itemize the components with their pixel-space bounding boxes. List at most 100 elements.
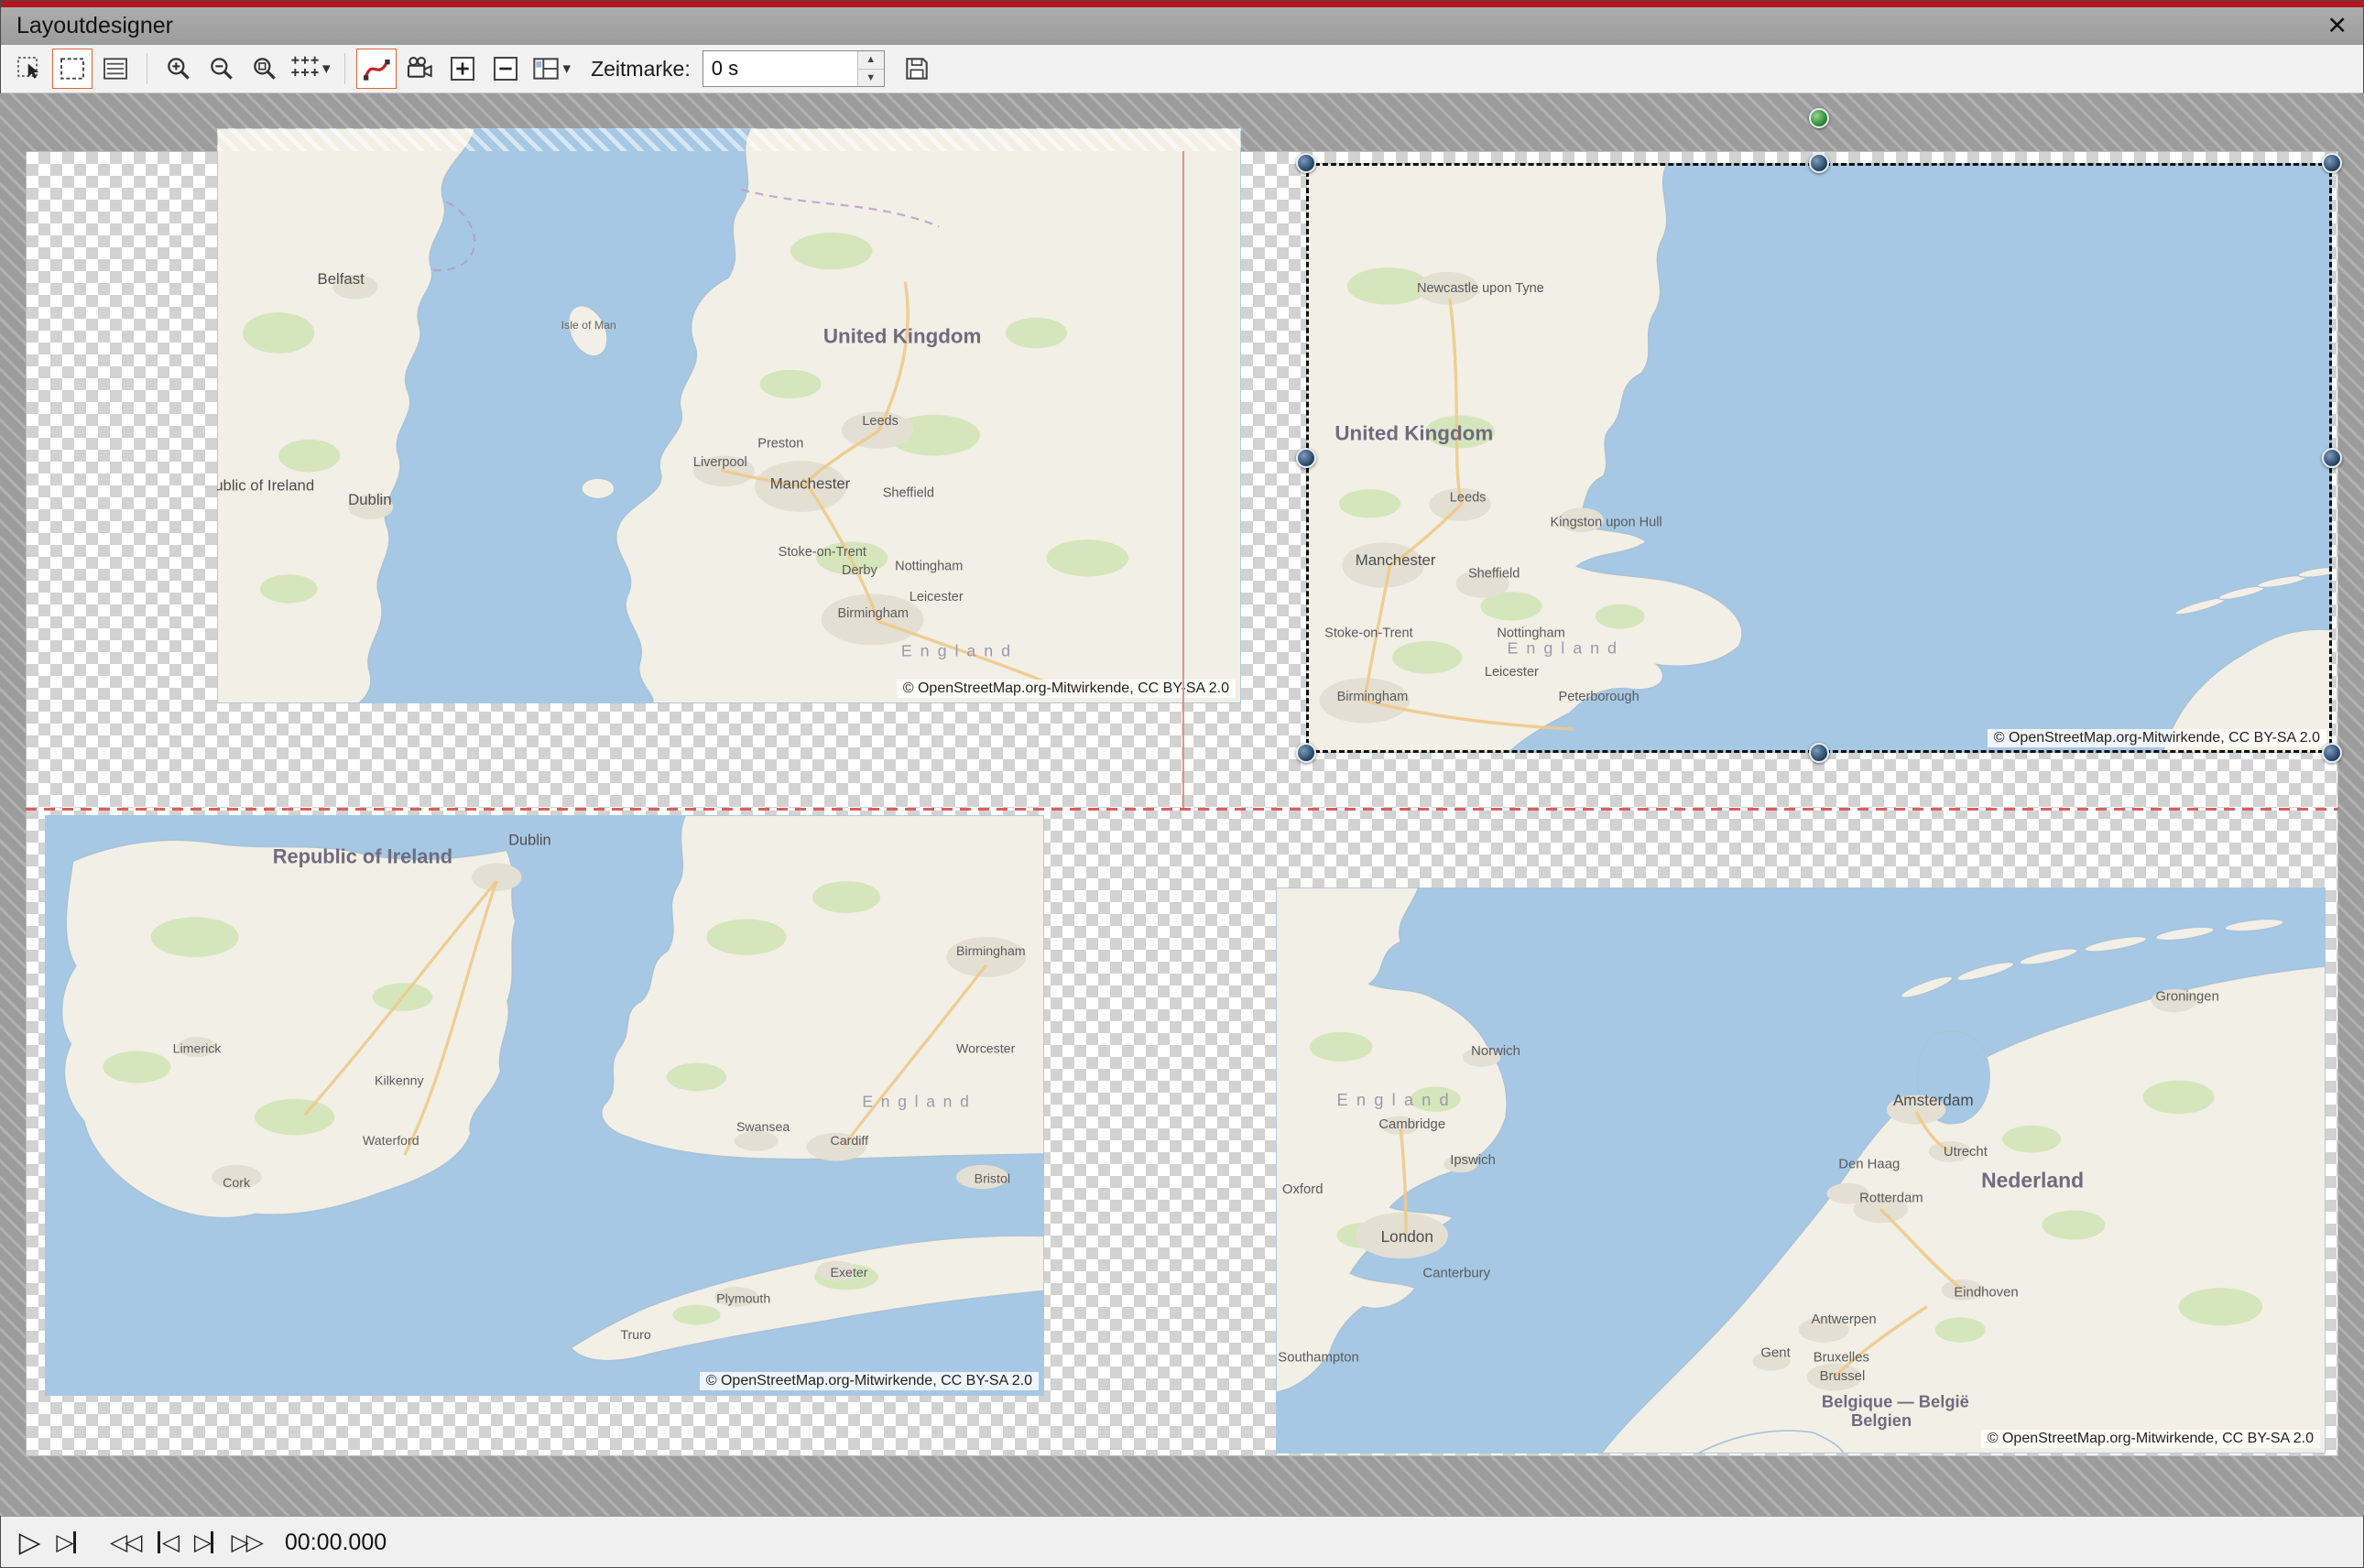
zoom-fit-button[interactable] [245,49,285,89]
playback-bar: ▷ ▷ ◁◁ ◁ ▷ ▷▷ 00:00.000 [0,1516,2364,1568]
map-label: Republic of Ireland [273,844,452,867]
resize-handle-top-left[interactable] [1296,153,1316,173]
marquee-tool-button[interactable] [52,49,93,89]
selection-border [1306,163,2332,753]
select-arrow-icon [15,54,44,83]
map-label: Groningen [2155,990,2219,1005]
map-label: Nederland [1981,1168,2084,1192]
select-tool-button[interactable] [9,49,49,89]
skip-to-start-button[interactable]: ◁ [148,1521,183,1563]
map-object-3[interactable]: Republic of Ireland Dublin Limerick Cork… [45,815,1044,1396]
spinner-up-button[interactable]: ▲ [858,51,884,69]
map-label: Belfast [318,270,365,288]
play-icon: ▷ [19,1526,38,1559]
zoom-in-icon [164,54,193,83]
motion-curve-icon [362,54,391,83]
resize-handle-bottom-center[interactable] [1809,743,1829,763]
map-label: Rotterdam [1859,1191,1923,1205]
zoom-out-icon [207,54,236,83]
map-label: Preston [757,437,803,452]
lines-box-icon [101,54,130,83]
resize-handle-middle-right[interactable] [2322,448,2342,468]
resize-handle-top-center[interactable] [1809,153,1829,173]
window-accent-border [0,0,2364,7]
fill-selection-tool-button[interactable] [95,49,136,89]
resize-handle-top-right[interactable] [2322,153,2342,173]
play-from-bar-icon [73,1531,76,1553]
marquee-icon [58,54,87,83]
grid-icon [290,54,320,83]
curve-tool-button[interactable] [356,49,397,89]
grid-options-button[interactable]: ▾ [288,49,333,89]
map-label: Dublin [508,833,550,849]
add-keyframe-button[interactable] [442,49,483,89]
map-attribution: © OpenStreetMap.org-Mitwirkende, CC BY-S… [1981,1430,2320,1448]
layout-panels-icon [531,54,561,83]
zeitmarke-spinner: ▲ ▼ [857,51,884,86]
zeitmarke-label: Zeitmarke: [591,57,691,82]
map-label: Canterbury [1422,1267,1490,1281]
resize-handle-bottom-right[interactable] [2322,743,2342,763]
zeitmarke-input[interactable] [703,51,857,86]
play-from-timemark-button[interactable]: ▷ [49,1521,84,1563]
remove-keyframe-button[interactable] [485,49,526,89]
map-label: Oxford [1282,1182,1324,1197]
fast-forward-icon: ▷▷ [231,1529,260,1556]
skip-end-icon: ▷ [194,1529,209,1556]
close-button[interactable]: ✕ [2326,14,2348,38]
map-label: Plymouth [716,1292,770,1307]
save-icon [902,54,931,83]
map-label: Norwich [1471,1044,1520,1059]
map-label: Isle of Man [561,319,616,332]
skip-start-bar-icon [158,1531,160,1553]
map-label: Derby [842,563,877,578]
plus-box-icon [448,54,477,83]
spinner-down-button[interactable]: ▼ [858,69,884,87]
map-object-4[interactable]: London Cambridge Canterbury Norwich Ipsw… [1276,887,2326,1454]
map-object-1[interactable]: United Kingdom Belfast Dublin Manchester… [217,128,1241,703]
save-button[interactable] [897,49,937,89]
map-label: Bruxelles [1814,1350,1869,1365]
map-label: Den Haag [1838,1158,1900,1172]
map-label: Exeter [831,1266,868,1280]
play-button[interactable]: ▷ [11,1521,46,1563]
map-label: Birmingham [838,606,909,621]
layout-options-button[interactable]: ▾ [528,49,574,89]
skip-start-icon: ◁ [162,1529,177,1556]
map-attribution: © OpenStreetMap.org-Mitwirkende, CC BY-S… [700,1372,1039,1390]
rewind-button[interactable]: ◁◁ [104,1521,145,1563]
rotation-handle[interactable] [1809,108,1829,128]
zoom-fit-icon [250,54,279,83]
map-label: Sheffield [883,485,934,500]
resize-handle-middle-left[interactable] [1296,448,1316,468]
map-label: Limerick [173,1042,223,1057]
map-label: Worcester [956,1042,1016,1057]
camera-button[interactable] [399,49,440,89]
map-label: Ipswich [1450,1153,1496,1168]
zoom-out-button[interactable] [202,49,242,89]
map-label: Brussel [1820,1369,1866,1384]
map-label: Eindhoven [1954,1285,2018,1300]
resize-handle-bottom-left[interactable] [1296,743,1316,763]
title-bar[interactable]: Layoutdesigner ✕ [0,7,2364,45]
zoom-in-button[interactable] [158,49,199,89]
map-label: Stoke-on-Trent [779,545,866,560]
map-attribution: © OpenStreetMap.org-Mitwirkende, CC BY-S… [897,680,1236,698]
play-from-icon: ▷ [56,1529,71,1556]
map-label: Waterford [363,1134,419,1149]
map-label: Kilkenny [375,1074,424,1089]
dropdown-caret-icon: ▾ [563,60,572,78]
layoutdesigner-window: Layoutdesigner ✕ [0,0,2364,1568]
rewind-icon: ◁◁ [110,1529,139,1556]
map-label: England [862,1093,976,1111]
map-label: Belgien [1851,1410,1912,1430]
map-label: Leicester [910,590,964,604]
map-label: Nottingham [895,560,963,574]
layout-canvas[interactable]: United Kingdom Belfast Dublin Manchester… [0,93,2364,1516]
map-label: Amsterdam [1893,1091,1974,1109]
map-label: Belgique — België [1822,1392,1969,1411]
fast-forward-button[interactable]: ▷▷ [225,1521,266,1563]
zeitmarke-field: ▲ ▼ [703,50,885,87]
skip-to-end-button[interactable]: ▷ [187,1521,222,1563]
map-label: Cork [223,1176,251,1191]
